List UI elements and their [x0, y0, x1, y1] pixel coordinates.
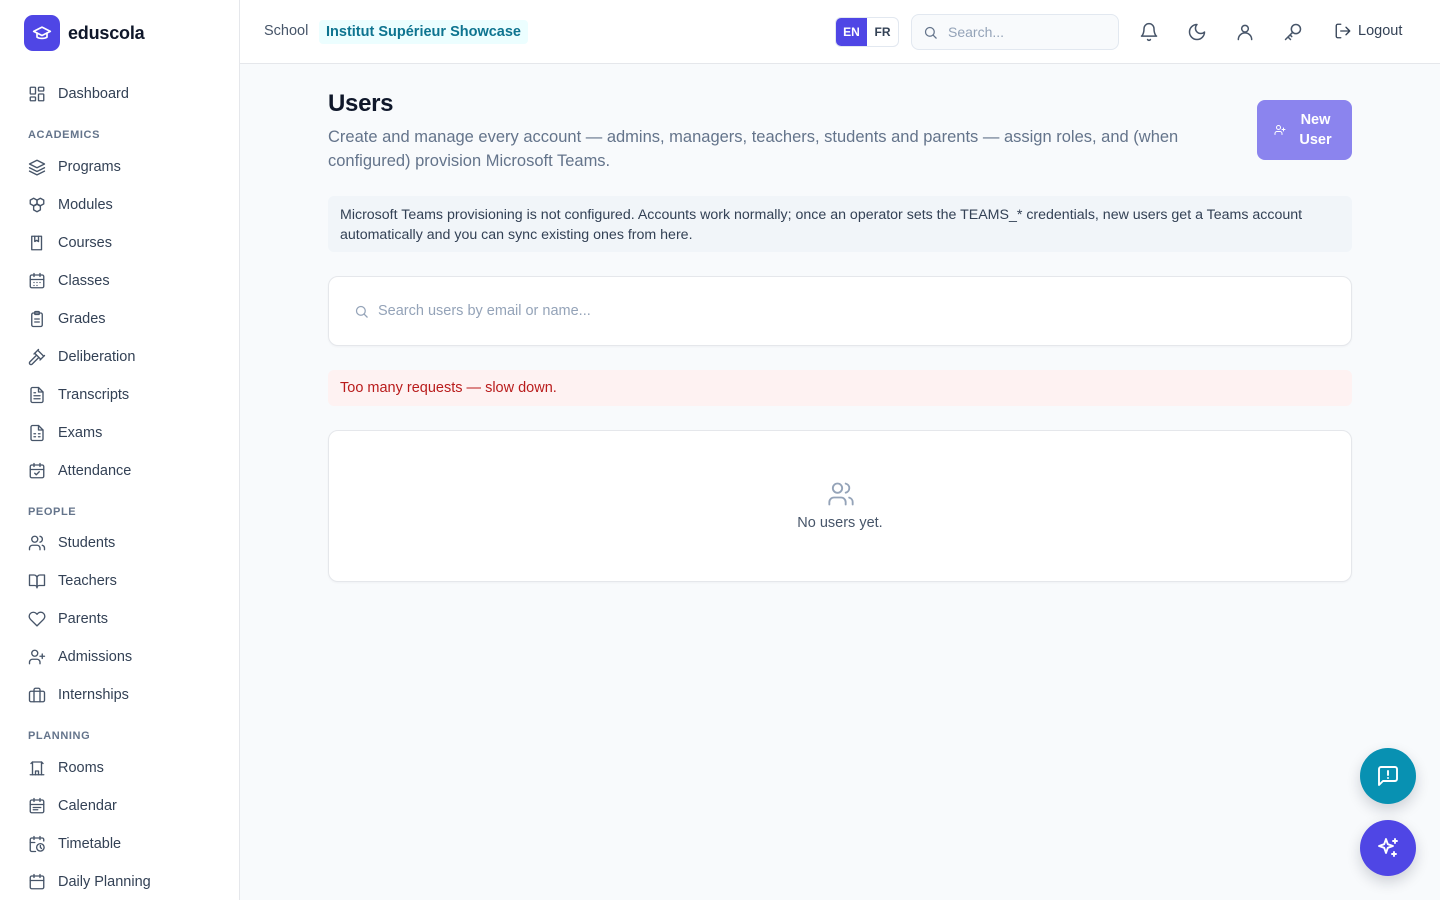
bell-icon[interactable] [1139, 22, 1159, 42]
sidebar-item-dashboard[interactable]: Dashboard [16, 77, 224, 111]
section-academics: ACADEMICS [28, 129, 101, 141]
graduation-cap-icon [24, 15, 60, 51]
sidebar-item-label: Dashboard [58, 86, 129, 102]
global-search [911, 14, 1119, 50]
briefcase-icon [28, 686, 46, 704]
calendar-clock-icon [28, 835, 46, 853]
sidebar-item-internships[interactable]: Internships [16, 678, 224, 712]
users-empty-state: No users yet. [328, 430, 1352, 582]
sidebar-item-label: Daily Planning [58, 874, 151, 890]
sidebar-item-label: Internships [58, 687, 129, 703]
calendar-check-icon [28, 462, 46, 480]
logout-icon [1334, 22, 1352, 40]
sidebar-item-label: Students [58, 535, 116, 551]
ai-assistant-fab-button[interactable] [1360, 820, 1416, 876]
teams-info-notice: Microsoft Teams provisioning is not conf… [328, 196, 1352, 252]
sparkles-icon [1376, 836, 1400, 860]
sidebar-item-attendance[interactable]: Attendance [16, 454, 224, 488]
sidebar-item-daily-planning[interactable]: Daily Planning [16, 865, 224, 899]
section-planning: PLANNING [28, 730, 91, 742]
sidebar-item-transcripts[interactable]: Transcripts [16, 378, 224, 412]
users-icon [827, 480, 855, 508]
new-user-label: New User [1299, 112, 1332, 148]
user-search-card [328, 276, 1352, 346]
sidebar: eduscola Dashboard ACADEMICS Programs Mo… [0, 0, 240, 900]
sidebar-item-label: Teachers [58, 573, 117, 589]
sidebar-item-students[interactable]: Students [16, 526, 224, 560]
sidebar-item-deliberation[interactable]: Deliberation [16, 340, 224, 374]
sidebar-item-label: Transcripts [58, 387, 130, 403]
sidebar-item-label: Programs [58, 159, 121, 175]
logout-label: Logout [1358, 23, 1403, 39]
sidebar-item-label: Exams [58, 425, 103, 441]
section-people: PEOPLE [28, 506, 77, 518]
layout-grid-icon [28, 85, 46, 103]
sidebar-item-label: Parents [58, 611, 108, 627]
sidebar-item-calendar[interactable]: Calendar [16, 789, 224, 823]
user-search-input[interactable] [378, 303, 1278, 319]
key-icon[interactable] [1283, 22, 1303, 42]
user-plus-icon [1274, 124, 1286, 136]
sidebar-item-label: Admissions [58, 649, 133, 665]
top-header: School Institut Supérieur Showcase EN FR… [240, 0, 1440, 64]
moon-icon[interactable] [1187, 22, 1207, 42]
sidebar-item-label: Grades [58, 311, 106, 327]
brand-name: eduscola [68, 22, 145, 43]
sidebar-item-courses[interactable]: Courses [16, 226, 224, 260]
calendar-list-icon [28, 873, 46, 891]
open-book-icon [28, 572, 46, 590]
clipboard-icon [28, 310, 46, 328]
school-label: School [264, 23, 309, 39]
heart-icon [28, 610, 46, 628]
sidebar-item-timetable[interactable]: Timetable [16, 827, 224, 861]
file-text-icon [28, 386, 46, 404]
gavel-icon [28, 348, 46, 366]
empty-state-text: No users yet. [797, 515, 883, 531]
sidebar-item-label: Modules [58, 197, 113, 213]
search-icon [354, 304, 369, 319]
sidebar-item-label: Timetable [58, 836, 122, 852]
message-square-icon [1376, 764, 1400, 788]
sidebar-item-label: Rooms [58, 760, 104, 776]
users-icon [28, 534, 46, 552]
sidebar-item-label: Courses [58, 235, 112, 251]
chat-fab-button[interactable] [1360, 748, 1416, 804]
user-plus-icon [28, 648, 46, 666]
building-icon [28, 759, 46, 777]
school-name-badge[interactable]: Institut Supérieur Showcase [319, 20, 528, 44]
sidebar-item-grades[interactable]: Grades [16, 302, 224, 336]
file-spreadsheet-icon [28, 424, 46, 442]
search-icon [923, 25, 938, 40]
page-description: Create and manage every account — admins… [328, 128, 1179, 170]
lang-fr-button[interactable]: FR [867, 18, 898, 46]
sidebar-item-rooms[interactable]: Rooms [16, 751, 224, 785]
sidebar-item-label: Classes [58, 273, 110, 289]
sidebar-item-modules[interactable]: Modules [16, 188, 224, 222]
sidebar-item-label: Attendance [58, 463, 132, 479]
brand[interactable]: eduscola [24, 15, 145, 51]
sidebar-item-programs[interactable]: Programs [16, 150, 224, 184]
logout-button[interactable]: Logout [1334, 22, 1402, 40]
sidebar-item-admissions[interactable]: Admissions [16, 640, 224, 674]
user-icon[interactable] [1235, 22, 1255, 42]
calendar-icon [28, 272, 46, 290]
sidebar-item-parents[interactable]: Parents [16, 602, 224, 636]
book-icon [28, 234, 46, 252]
sidebar-item-classes[interactable]: Classes [16, 264, 224, 298]
sidebar-item-teachers[interactable]: Teachers [16, 564, 224, 598]
new-user-button[interactable]: New User [1257, 100, 1352, 160]
page-title: Users [328, 90, 394, 117]
layers-icon [28, 158, 46, 176]
sidebar-item-exams[interactable]: Exams [16, 416, 224, 450]
sidebar-item-label: Calendar [58, 798, 117, 814]
calendar-days-icon [28, 797, 46, 815]
sidebar-item-label: Deliberation [58, 349, 136, 365]
lang-en-button[interactable]: EN [836, 18, 867, 46]
language-switcher: EN FR [835, 17, 899, 47]
boxes-icon [28, 196, 46, 214]
global-search-input[interactable] [948, 24, 1108, 40]
error-alert: Too many requests — slow down. [328, 370, 1352, 406]
